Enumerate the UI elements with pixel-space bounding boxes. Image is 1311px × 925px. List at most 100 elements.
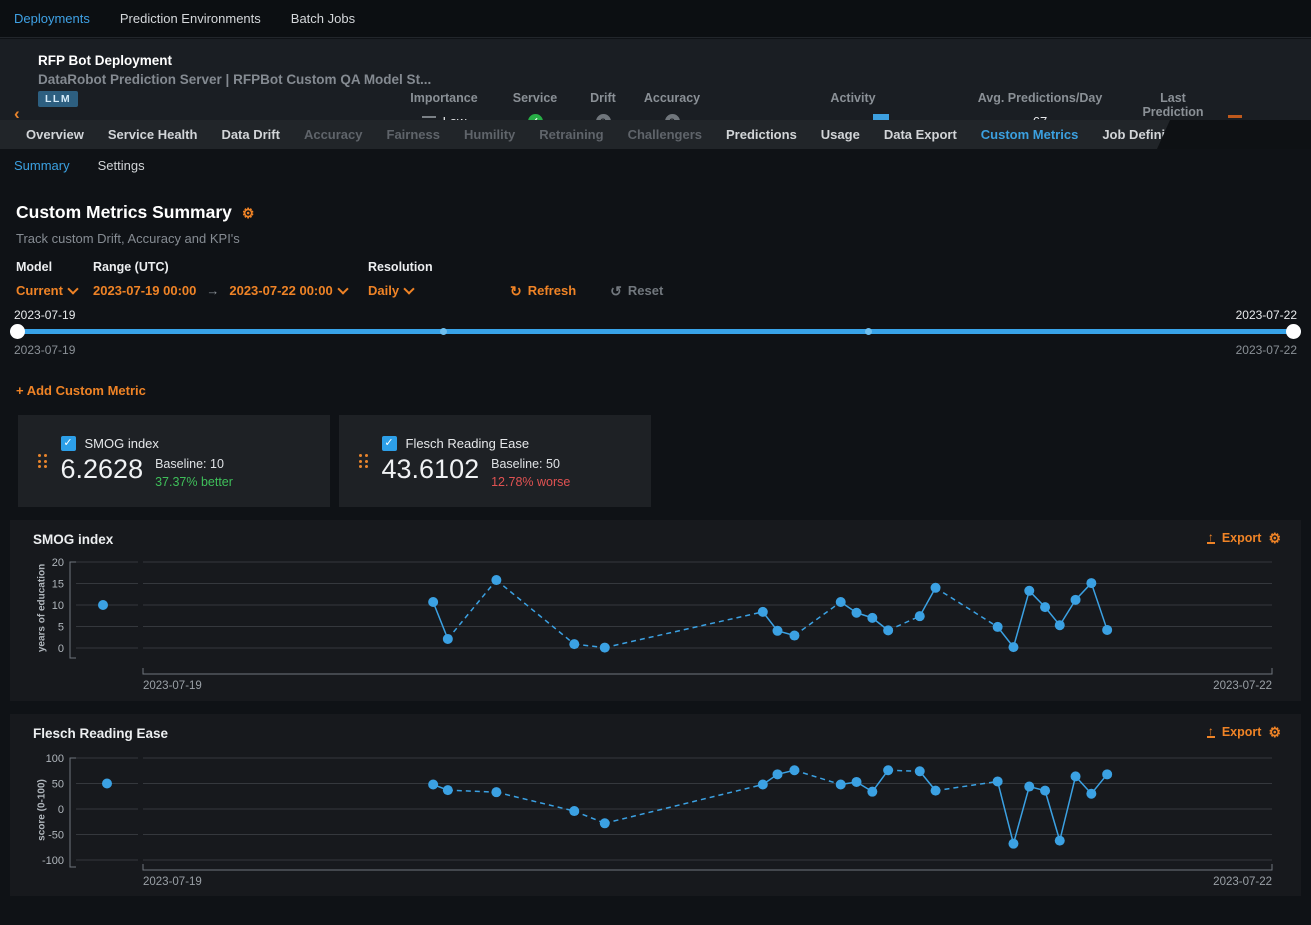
metric-card-flesch: ✓ Flesch Reading Ease 43.6102 Baseline: … xyxy=(339,415,651,507)
metric-value: 43.6102 xyxy=(382,455,480,485)
reset-icon: ↺ xyxy=(610,284,622,298)
range-end-value: 2023-07-22 00:00 xyxy=(229,283,332,298)
deployment-subtitle: DataRobot Prediction Server | RFPBot Cus… xyxy=(38,72,431,87)
svg-text:20: 20 xyxy=(52,557,64,569)
range-start-value: 2023-07-19 00:00 xyxy=(93,283,196,298)
svg-text:50: 50 xyxy=(52,779,64,791)
tab-fairness[interactable]: Fairness xyxy=(375,127,452,142)
drag-handle-icon[interactable] xyxy=(359,454,368,468)
tab-custom-metrics[interactable]: Custom Metrics xyxy=(969,127,1091,142)
add-custom-metric-button[interactable]: + Add Custom Metric xyxy=(16,383,146,398)
nav-batch-jobs[interactable]: Batch Jobs xyxy=(291,11,355,26)
tab-overview[interactable]: Overview xyxy=(14,127,96,142)
chart-panel-smog: SMOG index ↑ Export ⚙ years of education… xyxy=(10,520,1301,701)
tab-data-drift[interactable]: Data Drift xyxy=(209,127,292,142)
nav-prediction-environments[interactable]: Prediction Environments xyxy=(120,11,261,26)
resolution-control: Resolution Daily xyxy=(368,260,440,298)
slider-start-label: 2023-07-19 xyxy=(14,308,75,322)
settings-gear-icon[interactable]: ⚙ xyxy=(242,206,255,220)
resolution-label: Resolution xyxy=(368,260,440,274)
tab-notifications[interactable]: Notifications xyxy=(1284,127,1311,142)
deployment-title: RFP Bot Deployment xyxy=(38,53,172,68)
svg-text:2023-07-22: 2023-07-22 xyxy=(1213,876,1272,888)
reset-label: Reset xyxy=(628,283,663,298)
chevron-down-icon xyxy=(403,283,414,294)
avg-predictions-label: Avg. Predictions/Day xyxy=(962,91,1118,105)
top-nav: Deployments Prediction Environments Batc… xyxy=(0,0,1311,38)
sub-nav: Summary Settings xyxy=(14,158,145,173)
nav-deployments[interactable]: Deployments xyxy=(14,11,90,26)
svg-text:0: 0 xyxy=(58,643,64,655)
slider-end-label: 2023-07-22 xyxy=(1236,308,1297,322)
export-icon: ↑ xyxy=(1207,532,1215,544)
range-arrow-icon: → xyxy=(202,283,223,298)
slider-tick-dot[interactable] xyxy=(865,328,872,335)
drift-label: Drift xyxy=(578,91,628,105)
last-prediction-label: Last Prediction xyxy=(1128,91,1218,119)
subtab-summary[interactable]: Summary xyxy=(14,158,70,173)
page-subtitle: Track custom Drift, Accuracy and KPI's xyxy=(16,231,240,246)
svg-text:0: 0 xyxy=(58,804,64,816)
chart-gear-icon[interactable]: ⚙ xyxy=(1268,531,1281,545)
tab-usage[interactable]: Usage xyxy=(809,127,872,142)
service-label: Service xyxy=(505,91,565,105)
page-title-text: Custom Metrics Summary xyxy=(16,202,232,223)
export-button[interactable]: ↑ Export ⚙ xyxy=(1207,725,1281,739)
slider-start-sublabel: 2023-07-19 xyxy=(14,343,75,357)
metric-value: 6.2628 xyxy=(61,455,144,485)
page-title: Custom Metrics Summary ⚙ xyxy=(16,202,254,223)
model-value: Current xyxy=(16,283,63,298)
tab-accuracy[interactable]: Accuracy xyxy=(292,127,375,142)
drag-handle-icon[interactable] xyxy=(38,454,47,468)
export-label: Export xyxy=(1222,725,1262,739)
slider-handle-start[interactable] xyxy=(10,324,25,339)
reset-button[interactable]: ↺ Reset xyxy=(610,283,663,298)
app-root: Deployments Prediction Environments Batc… xyxy=(0,0,1311,925)
tab-predictions[interactable]: Predictions xyxy=(714,127,809,142)
metric-baseline: Baseline: 10 xyxy=(155,457,233,471)
tab-bar-wrap: OverviewService HealthData DriftAccuracy… xyxy=(0,120,1311,149)
deployment-header: ‹ RFP Bot Deployment DataRobot Predictio… xyxy=(0,39,1311,120)
metric-delta: 12.78% worse xyxy=(491,475,570,489)
export-icon: ↑ xyxy=(1207,726,1215,738)
chart-gear-icon[interactable]: ⚙ xyxy=(1268,725,1281,739)
controls-row: Model Current Range (UTC) 2023-07-19 00:… xyxy=(16,260,663,298)
model-control: Model Current xyxy=(16,260,93,298)
chevron-down-icon xyxy=(67,283,78,294)
tab-job-definitions[interactable]: Job Definitions xyxy=(1090,127,1208,142)
slider-handle-end[interactable] xyxy=(1286,324,1301,339)
tab-data-export[interactable]: Data Export xyxy=(872,127,969,142)
metric-baseline: Baseline: 50 xyxy=(491,457,570,471)
tab-settings[interactable]: Settings xyxy=(1208,127,1283,142)
smog-line-chart: 051015202023-07-192023-07-22 xyxy=(10,550,1301,701)
metric-checkbox[interactable]: ✓ xyxy=(382,436,397,451)
tab-challengers[interactable]: Challengers xyxy=(616,127,714,142)
refresh-button[interactable]: ↻ Refresh xyxy=(510,283,576,298)
resolution-select[interactable]: Daily xyxy=(368,283,440,298)
svg-text:2023-07-19: 2023-07-19 xyxy=(143,876,202,888)
chart-title: Flesch Reading Ease xyxy=(33,726,168,741)
export-button[interactable]: ↑ Export ⚙ xyxy=(1207,531,1281,545)
slider-tick-dot[interactable] xyxy=(440,328,447,335)
tab-retraining[interactable]: Retraining xyxy=(527,127,615,142)
range-label: Range (UTC) xyxy=(93,260,368,274)
chart-title: SMOG index xyxy=(33,532,113,547)
importance-label: Importance xyxy=(400,91,488,105)
refresh-icon: ↻ xyxy=(510,284,522,298)
metric-delta: 37.37% better xyxy=(155,475,233,489)
slider-track[interactable] xyxy=(10,329,1301,334)
svg-text:2023-07-22: 2023-07-22 xyxy=(1213,680,1272,692)
metric-checkbox[interactable]: ✓ xyxy=(61,436,76,451)
svg-text:5: 5 xyxy=(58,622,64,634)
tab-service-health[interactable]: Service Health xyxy=(96,127,210,142)
range-picker[interactable]: 2023-07-19 00:00 → 2023-07-22 00:00 xyxy=(93,283,368,298)
refresh-label: Refresh xyxy=(528,283,576,298)
subtab-settings[interactable]: Settings xyxy=(98,158,145,173)
svg-text:15: 15 xyxy=(52,579,64,591)
model-label: Model xyxy=(16,260,93,274)
svg-text:2023-07-19: 2023-07-19 xyxy=(143,680,202,692)
tab-humility[interactable]: Humility xyxy=(452,127,527,142)
flesch-line-chart: -100-500501002023-07-192023-07-22 xyxy=(10,744,1301,896)
model-select[interactable]: Current xyxy=(16,283,93,298)
stat-activity: Activity xyxy=(790,91,916,105)
